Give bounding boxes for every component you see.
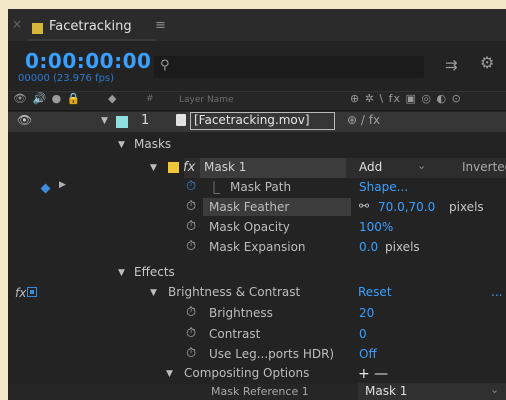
mask-feather-value[interactable]: 70.0,70.0 [378,200,435,214]
mask-reference-dropdown[interactable]: Mask 1 [365,384,407,398]
timeline-panel: × Facetracking ≡ 0:00:00:00 00000 (23.97… [8,9,506,400]
effect-twirl-icon[interactable]: ▼ [150,288,157,298]
av-features-header-icons: 👁 🔊 ● 🔒 [13,92,82,105]
stopwatch-icon[interactable]: ⏱ [186,346,196,361]
compositing-twirl-icon[interactable]: ▼ [166,369,173,379]
effect-more-link[interactable]: ... [491,285,502,299]
mask-inverted-checkbox[interactable]: Inverted [462,160,506,174]
close-tab-icon[interactable]: × [12,17,22,31]
chevron-down-icon[interactable]: ⌄ [490,383,499,396]
footage-file-icon [176,114,186,126]
brightness-label: Brightness [209,306,273,320]
layer-name[interactable]: [Facetracking.mov] [194,113,310,127]
contrast-label: Contrast [209,327,261,341]
mask-feather-label: Mask Feather [209,200,290,214]
masks-group-label: Masks [134,137,172,151]
mask-reference-label: Mask Reference 1 [211,385,309,398]
mask-path-value[interactable]: Shape... [359,180,408,194]
tab-underline [28,39,156,41]
mask-opacity-label: Mask Opacity [209,220,290,234]
composition-tab-title[interactable]: Facetracking [49,19,132,34]
mask-feather-unit: pixels [449,200,484,214]
compositing-options-label: Compositing Options [184,366,310,380]
brightness-value[interactable]: 20 [359,306,374,320]
mask-name[interactable]: Mask 1 [204,160,246,174]
use-legacy-label: Use Leg...ports HDR) [209,347,335,361]
mask-opacity-value[interactable]: 100% [359,220,393,234]
search-icon: ⚲ [160,58,170,73]
effect-reset-link[interactable]: Reset [358,285,392,299]
panel-menu-icon[interactable]: ≡ [155,18,166,33]
effect-name[interactable]: Brightness & Contrast [168,285,300,299]
masks-twirl-icon[interactable]: ▼ [118,140,125,150]
layer-switches[interactable]: ⊕ / fx [347,113,380,127]
stopwatch-icon[interactable]: ⏱ [186,326,196,341]
stopwatch-icon[interactable]: ⏱ [186,179,196,194]
chevron-down-icon[interactable]: ⌄ [417,159,426,172]
switches-header-icons: ⊕ ✲ \ fx ▣ ◎ ◐ ⊙ [350,92,462,105]
graph-icon[interactable]: ⎿ [208,179,220,196]
composition-mini-flowchart-icon[interactable]: ⇉ [445,56,458,74]
draft-3d-icon[interactable]: ⚙ [480,53,494,72]
stopwatch-icon[interactable]: ⏱ [186,305,196,320]
mask-expansion-label: Mask Expansion [209,240,306,254]
video-visibility-icon[interactable]: 👁 [17,113,32,127]
layer-search-input[interactable] [154,56,424,78]
contrast-value[interactable]: 0 [359,327,367,341]
mask-twirl-icon[interactable]: ▼ [150,163,157,173]
mask-expansion-value[interactable]: 0.0 [359,240,378,254]
current-time-display[interactable]: 0:00:00:00 [25,49,151,73]
layer-number: 1 [141,113,150,128]
add-remove-mask-reference[interactable]: + — [358,366,388,382]
label-column-icon: ◆ [108,92,117,105]
effect-toggle-fx-icon[interactable]: fx [15,286,26,300]
layer-number-header: # [146,94,154,104]
effects-group-label: Effects [134,265,175,279]
mask-path-label: Mask Path [230,180,292,194]
use-legacy-value[interactable]: Off [359,347,377,361]
stopwatch-icon[interactable]: ⏱ [186,199,196,214]
constrain-proportions-icon[interactable]: ⚯ [359,199,369,213]
keyframe-diamond-icon[interactable] [40,183,51,194]
layer-label-color[interactable] [116,116,128,128]
mask-mode-dropdown[interactable]: Add [359,160,382,174]
composition-color-chip [32,23,43,34]
effects-twirl-icon[interactable]: ▼ [118,268,125,278]
mask-color-swatch[interactable] [168,162,179,173]
stopwatch-icon[interactable]: ⏱ [186,239,196,254]
frame-count-display: 00000 (23.976 fps) [18,73,115,84]
next-keyframe-arrow-icon[interactable]: ▶ [59,180,66,190]
stopwatch-icon[interactable]: ⏱ [186,219,196,234]
mask-fx-icon[interactable]: fx [183,160,195,175]
effect-enable-check [30,290,34,294]
mask-expansion-unit: pixels [385,240,420,254]
layer-twirl-icon[interactable]: ▼ [101,116,108,126]
layer-name-header[interactable]: Layer Name [179,95,234,105]
